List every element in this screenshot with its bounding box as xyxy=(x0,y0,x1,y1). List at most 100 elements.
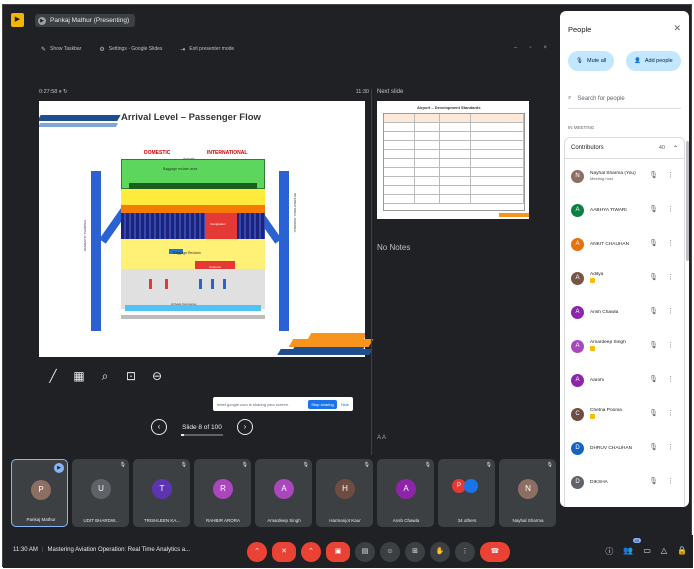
mic-off-icon[interactable]: 🎙 xyxy=(649,341,658,349)
more-vert-icon[interactable]: ⋮ xyxy=(667,205,674,213)
participant-row[interactable]: C Chetna Poonia 🎙 ⋮ xyxy=(565,397,684,431)
participant-row[interactable]: D DHRUV CHAUHAN 🎙 ⋮ xyxy=(565,431,684,465)
hide-button[interactable]: Hide xyxy=(341,402,349,407)
participant-tile[interactable]: A 🎙 Amardeep Singh xyxy=(255,459,312,527)
mic-off-button[interactable]: ✕ xyxy=(272,542,296,562)
participant-name: AABHYA TIWARI xyxy=(590,207,627,213)
mic-chevron-icon[interactable]: ⌃ xyxy=(247,542,267,562)
emoji-button[interactable]: ☺ xyxy=(380,542,400,562)
participant-name: DHRUV CHAUHAN xyxy=(590,445,633,451)
mic-off-icon[interactable]: 🎙 xyxy=(649,205,658,213)
maximize-icon[interactable]: ▫ xyxy=(529,45,531,51)
participant-row[interactable]: A AABHYA TIWARI 🎙 ⋮ xyxy=(565,193,684,227)
raise-hand-button[interactable]: ✋ xyxy=(430,542,450,562)
close-icon[interactable]: × xyxy=(543,45,547,51)
table-cell xyxy=(440,159,471,167)
participant-row[interactable]: N Nayhal Sharma (You) Meeting host 🎙 ⋮ xyxy=(565,159,684,193)
separator: | xyxy=(41,547,44,553)
more-vert-icon[interactable]: ⋮ xyxy=(667,477,674,485)
baggage-label: Baggage Reclaim xyxy=(173,251,201,255)
participant-row[interactable]: A ANKIT CHAUHAN 🎙 ⋮ xyxy=(565,227,684,261)
participant-tile[interactable]: A 🎙 Ansh Chawla xyxy=(377,459,434,527)
next-slide-button[interactable]: › xyxy=(237,419,253,435)
mic-off-icon[interactable]: 🎙 xyxy=(649,273,658,281)
participant-row[interactable]: D DIKSHA 🎙 ⋮ xyxy=(565,465,684,499)
side-controls: ⓘ 👥 ▭ △ 🔒 xyxy=(605,546,687,557)
mic-off-icon[interactable]: 🎙 xyxy=(649,239,658,247)
mic-off-icon[interactable]: 🎙 xyxy=(649,375,658,383)
participant-tile[interactable]: P ▶ Pankaj Mathur xyxy=(11,459,68,527)
pen-icon[interactable]: ╱ xyxy=(47,369,59,383)
close-icon[interactable]: ✕ xyxy=(673,23,681,34)
international-label: INTERNATIONAL xyxy=(207,150,248,156)
scrollbar[interactable] xyxy=(686,141,689,261)
previous-slide-button[interactable]: ‹ xyxy=(151,419,167,435)
participant-tile[interactable]: R 🎙 RAHBIR ARORA xyxy=(194,459,251,527)
mic-off-icon[interactable]: 🎙 xyxy=(649,307,658,315)
show-taskbar-button[interactable]: ✎ Show Taskbar xyxy=(41,46,81,53)
participant-tile[interactable]: N 🎙 Nayhal Sharma xyxy=(499,459,556,527)
notes-tools[interactable]: A A xyxy=(377,435,386,441)
stop-sharing-button[interactable]: Stop sharing xyxy=(308,399,337,409)
participant-row[interactable]: A Aditya 🎙 ⋮ xyxy=(565,261,684,295)
table-cell xyxy=(440,168,471,176)
participant-tile[interactable]: T 🎙 TRISHLEEN KA... xyxy=(133,459,190,527)
add-people-button[interactable]: 👤 Add people xyxy=(626,51,681,71)
activities-icon[interactable]: △ xyxy=(661,546,667,557)
contributors-header[interactable]: Contributors 40 ⌃ xyxy=(564,137,685,159)
camera-off-button[interactable]: ▣ xyxy=(326,542,350,562)
mic-off-icon[interactable]: 🎙 xyxy=(649,409,658,417)
more-vert-icon[interactable]: ⋮ xyxy=(667,171,674,179)
participant-info: DHRUV CHAUHAN xyxy=(590,446,654,451)
tile-name: Nayhal Sharma xyxy=(512,518,544,523)
mute-all-button[interactable]: 🎙 Mute all xyxy=(568,51,615,71)
zoom-icon[interactable]: ⌕ xyxy=(99,369,111,383)
chat-icon[interactable]: ▭ xyxy=(643,546,651,557)
presenter-chip[interactable]: ▶ Pankaj Mathur (Presenting) xyxy=(35,14,136,27)
leave-call-button[interactable]: ☎ xyxy=(480,542,510,562)
table-cell xyxy=(384,150,415,158)
more-vert-icon[interactable]: ⋮ xyxy=(667,341,674,349)
slide-decoration xyxy=(277,349,373,355)
captions-button[interactable]: ▤ xyxy=(355,542,375,562)
camera-chevron-icon[interactable]: ⌃ xyxy=(301,542,321,562)
table-cell xyxy=(384,177,415,185)
more-vert-icon[interactable]: ⋮ xyxy=(667,409,674,417)
participant-info: Nayhal Sharma (You) Meeting host xyxy=(590,171,654,181)
more-vert-icon[interactable]: ⋮ xyxy=(667,443,674,451)
people-icon[interactable]: 👥 xyxy=(623,546,633,557)
next-slide-preview[interactable]: Airport – Development Standards xyxy=(377,101,529,219)
presenter-badge-icon xyxy=(590,345,595,351)
mic-off-icon[interactable]: 🎙 xyxy=(649,171,658,179)
grid-icon[interactable]: ▦ xyxy=(73,369,85,383)
more-vert-icon[interactable]: ⋮ xyxy=(667,375,674,383)
meet-logo-icon: ▶ xyxy=(11,13,24,27)
table-cell xyxy=(415,168,440,176)
participant-row[interactable]: DDIYA KOHLI🎙⋮ xyxy=(565,499,684,507)
laser-icon[interactable]: ⊡ xyxy=(125,369,137,383)
minimize-icon[interactable]: – xyxy=(514,45,517,51)
more-vert-icon[interactable]: ⋮ xyxy=(667,307,674,315)
present-button[interactable]: ⊞ xyxy=(405,542,425,562)
more-icon[interactable]: ⊖ xyxy=(151,369,163,383)
info-icon[interactable]: ⓘ xyxy=(605,546,613,557)
slides-presenter-view: ✎ Show Taskbar ⚙ Settings · Google Slides … xyxy=(33,39,557,455)
participant-row[interactable]: A Aarohi 🎙 ⋮ xyxy=(565,363,684,397)
participant-tile[interactable]: H 🎙 Harmanjot Kaur xyxy=(316,459,373,527)
participant-row[interactable]: A Amardeep Singh 🎙 ⋮ xyxy=(565,329,684,363)
participant-tile[interactable]: P 🎙 34 others xyxy=(438,459,495,527)
avatar: N xyxy=(571,169,584,183)
mic-off-icon[interactable]: 🎙 xyxy=(649,477,658,485)
lock-icon[interactable]: 🔒 xyxy=(677,546,687,557)
mic-off-icon[interactable]: 🎙 xyxy=(649,443,658,451)
more-vert-icon[interactable]: ⋮ xyxy=(667,239,674,247)
more-options-button[interactable]: ⋮ xyxy=(455,542,475,562)
settings-button[interactable]: ⚙ Settings · Google Slides xyxy=(99,46,162,53)
exit-presenter-button[interactable]: ⇥ Exit presenter mode xyxy=(180,46,234,53)
more-vert-icon[interactable]: ⋮ xyxy=(667,273,674,281)
panel-divider xyxy=(371,89,372,455)
search-people-field[interactable]: ⌕ Search for people xyxy=(568,89,681,109)
participant-row[interactable]: A Ansh Chawla 🎙 ⋮ xyxy=(565,295,684,329)
table-cell xyxy=(440,150,471,158)
participant-tile[interactable]: U 🎙 UDIT BHARDW... xyxy=(72,459,129,527)
